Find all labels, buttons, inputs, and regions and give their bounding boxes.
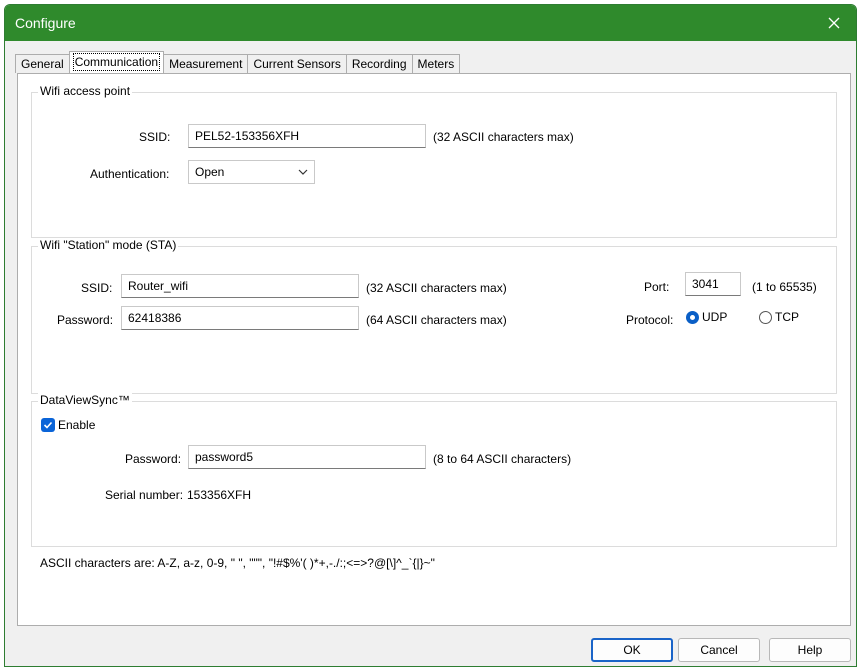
- sta-password-hint: (64 ASCII characters max): [366, 313, 507, 327]
- enable-checkbox[interactable]: Enable: [41, 418, 95, 432]
- radio-unselected-icon: [759, 310, 772, 324]
- auth-label: Authentication:: [90, 167, 170, 181]
- tab-measurement[interactable]: Measurement: [163, 54, 249, 73]
- sta-ssid-hint: (32 ASCII characters max): [366, 281, 507, 295]
- title-bar: Configure: [5, 5, 856, 41]
- tab-recording[interactable]: Recording: [345, 54, 413, 73]
- tab-communication[interactable]: Communication: [68, 51, 165, 73]
- auth-value: Open: [195, 165, 225, 179]
- protocol-tcp-radio[interactable]: TCP: [759, 310, 799, 324]
- dvs-password-input[interactable]: [188, 445, 426, 469]
- wifi-ap-group: Wifi access point SSID: (32 ASCII charac…: [31, 84, 837, 238]
- close-icon: [828, 17, 840, 29]
- chevron-down-icon: [298, 169, 308, 175]
- sta-password-input[interactable]: [121, 306, 359, 330]
- tab-strip: General Communication Measurement Curren…: [15, 51, 461, 73]
- wifi-ap-legend: Wifi access point: [38, 84, 133, 98]
- configure-dialog: Configure General Communication Measurem…: [4, 4, 857, 667]
- cancel-button[interactable]: Cancel: [678, 638, 760, 662]
- sta-legend: Wifi "Station" mode (STA): [38, 238, 179, 252]
- sta-group: Wifi "Station" mode (STA) SSID: (32 ASCI…: [31, 238, 837, 394]
- protocol-tcp-label: TCP: [775, 310, 799, 324]
- tab-general[interactable]: General: [15, 54, 70, 73]
- ascii-note: ASCII characters are: A-Z, a-z, 0-9, " "…: [40, 556, 435, 570]
- serial-number-label: Serial number:: [105, 488, 184, 502]
- sta-ssid-label: SSID:: [81, 281, 113, 295]
- window-title: Configure: [15, 15, 76, 31]
- close-button[interactable]: [812, 5, 856, 41]
- tab-current-sensors[interactable]: Current Sensors: [247, 54, 347, 73]
- checkmark-icon: [41, 418, 55, 432]
- dataviewsync-group: DataViewSync™ Enable Password: (8 to 64 …: [31, 393, 837, 547]
- dataviewsync-legend: DataViewSync™: [38, 393, 132, 407]
- port-input[interactable]: [685, 272, 741, 296]
- serial-number-value: 153356XFH: [187, 488, 252, 502]
- sta-ssid-input[interactable]: [121, 274, 359, 298]
- radio-selected-icon: [686, 310, 699, 324]
- tab-meters[interactable]: Meters: [411, 54, 461, 73]
- ok-button[interactable]: OK: [591, 638, 673, 662]
- dvs-password-label: Password:: [125, 452, 182, 466]
- protocol-label: Protocol:: [626, 313, 674, 327]
- help-button[interactable]: Help: [769, 638, 851, 662]
- auth-select[interactable]: Open: [188, 160, 315, 184]
- protocol-udp-radio[interactable]: UDP: [686, 310, 727, 324]
- port-label: Port:: [644, 280, 670, 294]
- dvs-password-hint: (8 to 64 ASCII characters): [433, 452, 572, 466]
- protocol-udp-label: UDP: [702, 310, 728, 324]
- communication-panel: Wifi access point SSID: (32 ASCII charac…: [17, 73, 851, 626]
- ap-ssid-label: SSID:: [139, 130, 171, 144]
- port-hint: (1 to 65535): [752, 280, 817, 294]
- enable-label: Enable: [58, 418, 96, 432]
- sta-password-label: Password:: [57, 313, 114, 327]
- ap-ssid-hint: (32 ASCII characters max): [433, 130, 574, 144]
- ap-ssid-input[interactable]: [188, 124, 426, 148]
